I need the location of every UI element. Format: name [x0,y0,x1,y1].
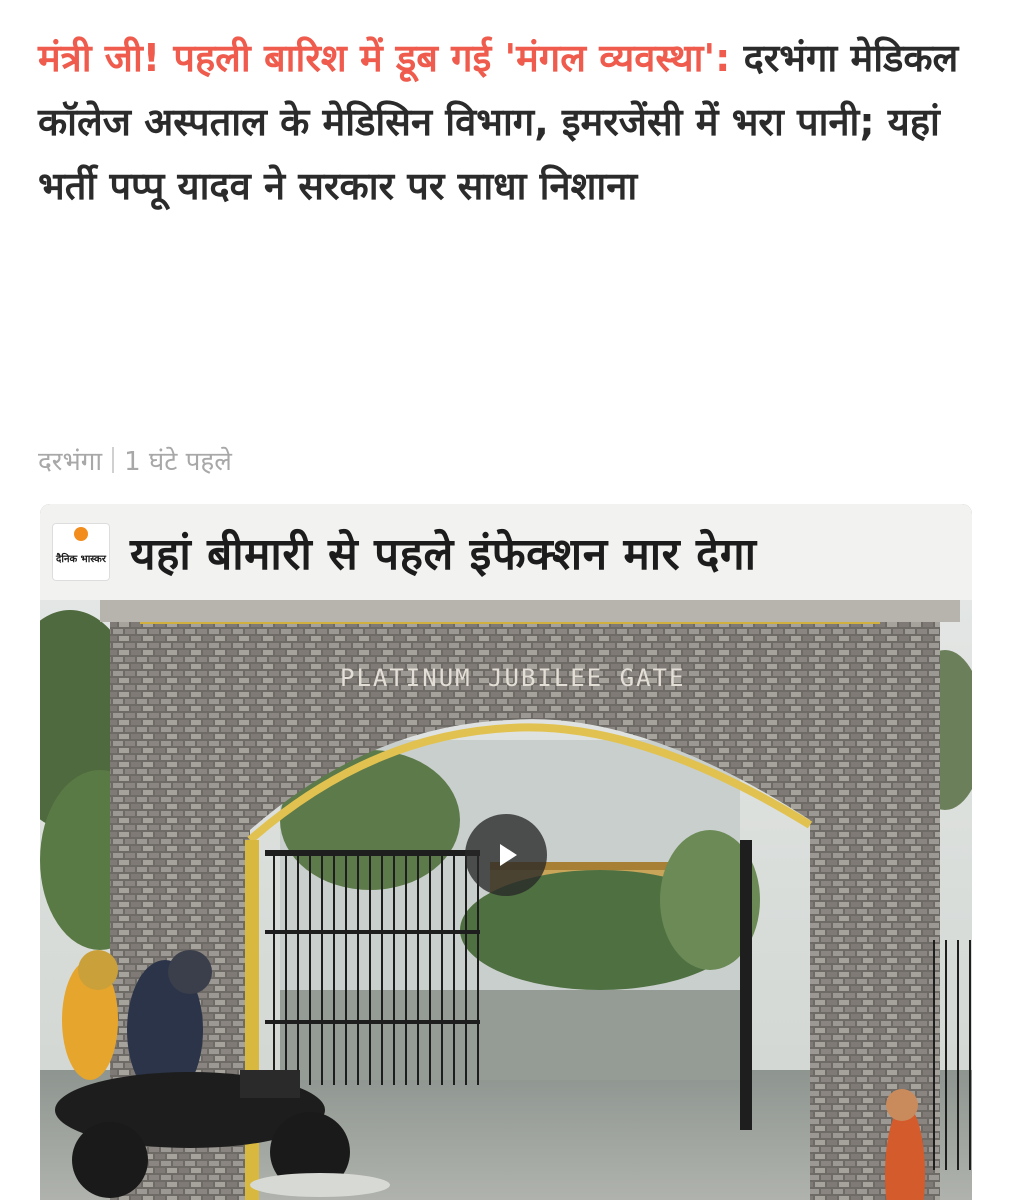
flooded-gate-photo: PLATINUM JUBILEE GATE [40,600,972,1200]
headline-highlight: मंत्री जी! पहली बारिश में डूब गई 'मंगल व… [38,36,731,80]
sun-icon [74,527,88,541]
meta-divider [112,447,115,473]
news-article-card[interactable]: मंत्री जी! पहली बारिश में डूब गई 'मंगल व… [0,0,1013,1200]
dainik-bhaskar-logo: दैनिक भास्कर [52,523,110,581]
location-label[interactable]: दरभंगा [38,442,102,478]
timestamp: 1 घंटे पहले [124,447,232,477]
article-headline[interactable]: मंत्री जी! पहली बारिश में डूब गई 'मंगल व… [38,26,978,218]
article-meta: दरभंगा 1 घंटे पहले [38,442,232,478]
gate-sign-text: PLATINUM JUBILEE GATE [340,664,685,692]
thumbnail-banner: दैनिक भास्कर यहां बीमारी से पहले इंफेक्श… [40,504,972,600]
logo-text: दैनिक भास्कर [56,553,106,565]
banner-caption: यहां बीमारी से पहले इंफेक्शन मार देगा [130,529,757,580]
video-thumbnail[interactable]: दैनिक भास्कर यहां बीमारी से पहले इंफेक्श… [40,504,972,1200]
play-button[interactable] [465,814,547,896]
play-icon [500,844,517,866]
